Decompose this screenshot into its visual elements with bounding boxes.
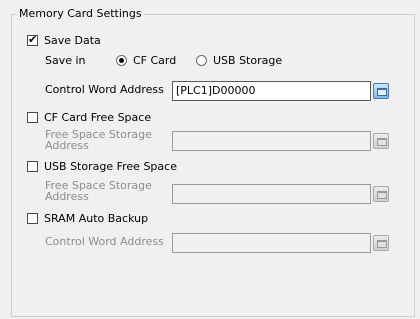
sram-control-word-label: Control Word Address (45, 235, 164, 248)
sram-auto-backup-label: SRAM Auto Backup (44, 212, 149, 225)
cf-card-free-space-label: CF Card Free Space (44, 111, 152, 124)
control-word-label: Control Word Address (45, 83, 164, 96)
control-word-address-input[interactable]: [PLC1]D00000 (172, 81, 371, 101)
save-data-checkbox[interactable]: Save Data (27, 31, 101, 50)
usb-storage-free-space-label: USB Storage Free Space (44, 160, 177, 173)
usb-free-space-address-input (172, 184, 371, 204)
radio-usb-storage-label: USB Storage (213, 54, 283, 67)
cf-card-free-space-checkbox[interactable]: CF Card Free Space (27, 109, 151, 127)
keypad-icon (373, 133, 389, 149)
radio-cf-card[interactable]: CF Card (116, 52, 176, 70)
radio-button[interactable] (116, 55, 127, 66)
save-in-label: Save in (45, 54, 86, 67)
radio-usb-storage[interactable]: USB Storage (196, 52, 282, 70)
radio-button[interactable] (196, 55, 207, 66)
checkbox-box[interactable] (27, 213, 38, 224)
group-title: Memory Card Settings (17, 7, 144, 21)
cf-free-space-address-input (172, 131, 371, 151)
checkbox-box[interactable] (27, 161, 38, 172)
sram-control-word-address-input (172, 233, 371, 253)
save-data-label: Save Data (44, 34, 101, 47)
sram-auto-backup-checkbox[interactable]: SRAM Auto Backup (27, 210, 148, 228)
radio-cf-card-label: CF Card (133, 54, 177, 67)
usb-free-storage-label-line2: Address (45, 190, 89, 203)
checkbox-box[interactable] (27, 112, 38, 123)
usb-storage-free-space-checkbox[interactable]: USB Storage Free Space (27, 158, 177, 176)
keypad-icon (373, 186, 389, 202)
keypad-icon (373, 235, 389, 251)
cf-free-storage-label-line2: Address (45, 139, 89, 152)
checkbox-box[interactable] (27, 31, 38, 49)
keypad-icon[interactable] (373, 83, 389, 99)
